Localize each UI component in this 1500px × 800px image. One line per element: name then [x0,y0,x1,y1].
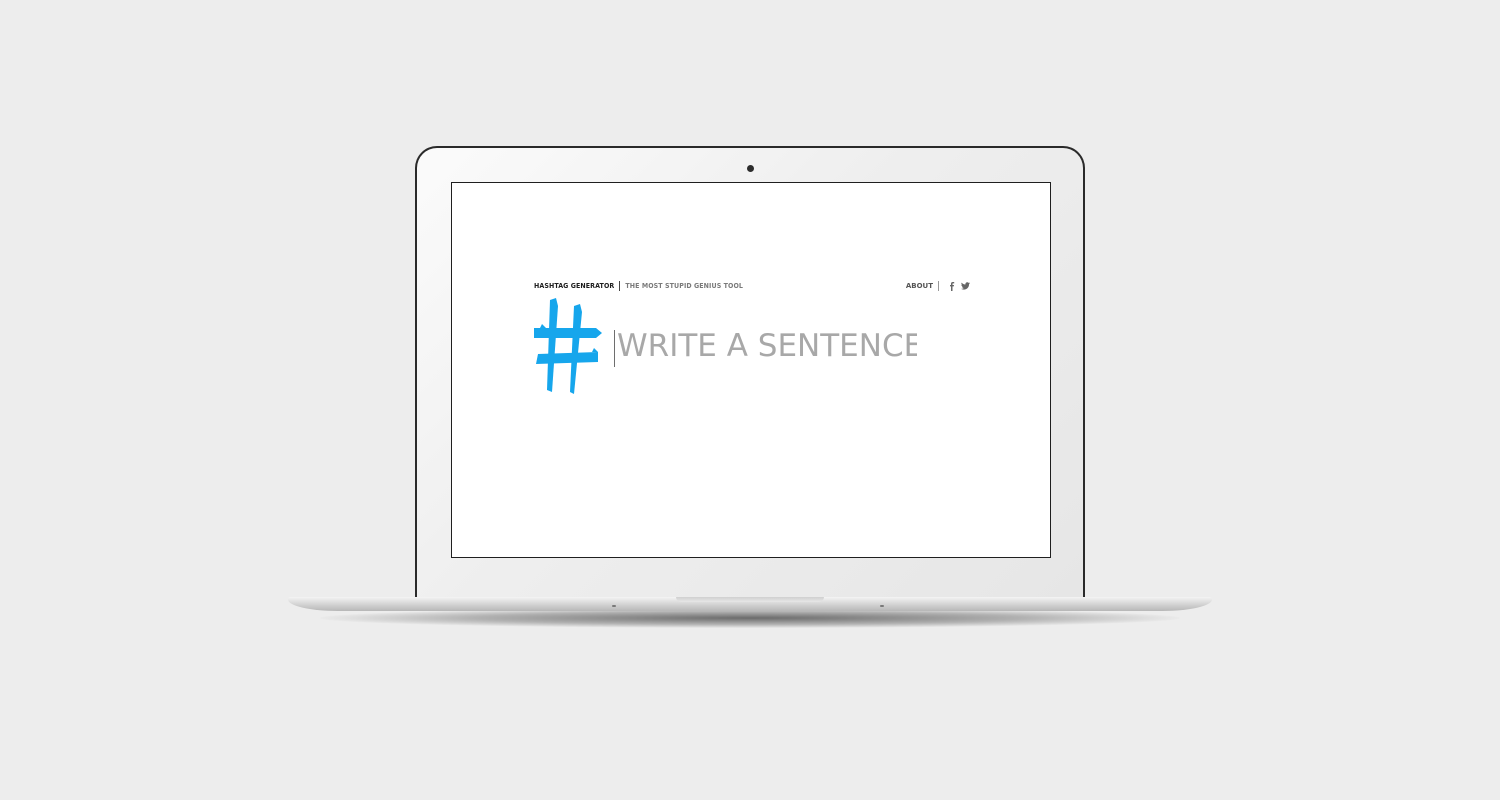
about-link[interactable]: ABOUT [906,282,933,290]
brand-tagline: THE MOST STUPID GENIUS TOOL [625,282,744,290]
twitter-icon[interactable] [960,281,970,291]
laptop-shadow [320,608,1180,628]
facebook-icon[interactable] [947,281,957,291]
laptop-base [288,597,1212,611]
sentence-input[interactable] [617,326,917,366]
laptop-lid: HASHTAG GENERATOR THE MOST STUPID GENIUS… [415,146,1085,604]
brand-name: HASHTAG GENERATOR [534,282,615,290]
brand-divider [619,281,621,291]
laptop-base-foot [880,605,884,607]
nav-divider [938,281,939,291]
hash-icon [534,298,602,394]
text-caret [614,330,615,367]
hero [534,298,974,394]
camera-icon [747,165,754,172]
mockup-stage: HASHTAG GENERATOR THE MOST STUPID GENIUS… [0,0,1500,800]
brand[interactable]: HASHTAG GENERATOR THE MOST STUPID GENIUS… [534,281,743,291]
laptop-base-notch [676,597,824,602]
site-nav: ABOUT [906,281,970,291]
laptop-base-foot [612,605,616,607]
site-header: HASHTAG GENERATOR THE MOST STUPID GENIUS… [534,281,970,295]
laptop-screen: HASHTAG GENERATOR THE MOST STUPID GENIUS… [451,182,1051,558]
